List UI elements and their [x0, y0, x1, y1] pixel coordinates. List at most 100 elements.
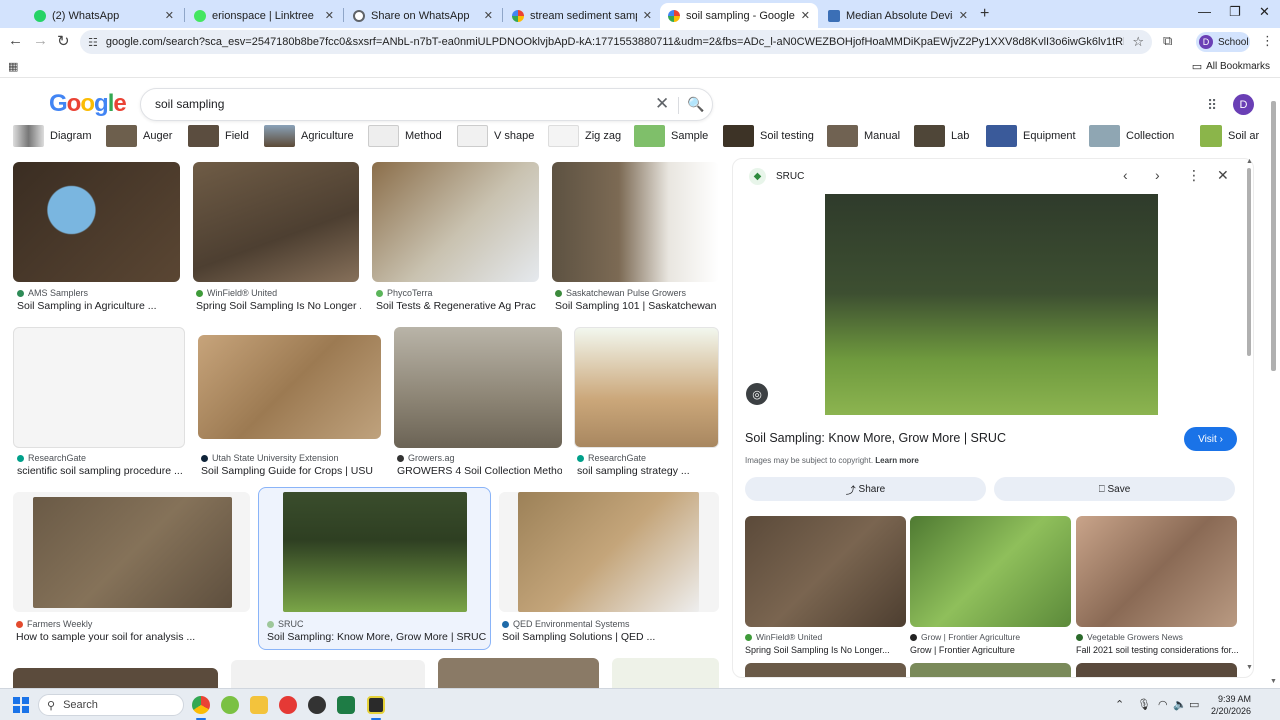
related-image[interactable]: [745, 516, 906, 627]
related-source[interactable]: Grow | Frontier Agriculture: [910, 632, 1020, 642]
app-icon[interactable]: [279, 696, 297, 714]
extensions-icon[interactable]: ⧉: [1163, 33, 1172, 49]
result-source[interactable]: Farmers Weekly: [16, 619, 92, 629]
page-scrollbar[interactable]: [1271, 101, 1276, 371]
recorder-icon[interactable]: [308, 696, 326, 714]
tray-chevron-icon[interactable]: ⌃: [1115, 698, 1124, 711]
lens-icon[interactable]: ◎: [746, 383, 768, 405]
related-title[interactable]: Fall 2021 soil testing considerations fo…: [1076, 645, 1241, 655]
chip-equipment[interactable]: Equipment: [986, 124, 1076, 148]
related-image[interactable]: [1076, 516, 1237, 627]
share-button[interactable]: ⤴ Share: [745, 477, 986, 501]
learn-more-link[interactable]: Learn more: [875, 456, 919, 465]
result-image[interactable]: [33, 497, 232, 608]
related-title[interactable]: Spring Soil Sampling Is No Longer...: [745, 645, 905, 655]
chip-diagram[interactable]: Diagram: [13, 124, 92, 148]
tab-linktree[interactable]: erionspace | Linktree ✕: [186, 3, 342, 28]
file-explorer-icon[interactable]: [250, 696, 268, 714]
result-source[interactable]: QED Environmental Systems: [502, 619, 630, 629]
result-title[interactable]: Soil Sampling in Agriculture ...: [17, 300, 182, 312]
related-image[interactable]: [745, 663, 906, 677]
close-icon[interactable]: ✕: [484, 9, 493, 22]
result-title[interactable]: Spring Soil Sampling Is No Longer ...: [196, 300, 361, 312]
bookmark-star-icon[interactable]: ☆: [1132, 34, 1144, 50]
chip-auger[interactable]: Auger: [106, 124, 172, 148]
qgis-icon[interactable]: [221, 696, 239, 714]
close-panel-icon[interactable]: ✕: [1217, 167, 1229, 184]
excel-icon[interactable]: [337, 696, 355, 714]
google-apps-icon[interactable]: ⠿: [1207, 97, 1217, 114]
result-title[interactable]: Soil Sampling Solutions | QED ...: [502, 631, 717, 643]
panel-scroll-down-icon[interactable]: ▼: [1246, 664, 1253, 671]
chip-field[interactable]: Field: [188, 124, 249, 148]
profile-button[interactable]: D School: [1196, 32, 1250, 52]
tab-share-whatsapp[interactable]: Share on WhatsApp ✕: [345, 3, 501, 28]
previous-icon[interactable]: ‹: [1123, 167, 1128, 183]
save-button[interactable]: ⎕ Save: [994, 477, 1235, 501]
result-image[interactable]: [372, 162, 539, 282]
browser-menu-icon[interactable]: ⋮: [1261, 33, 1274, 49]
preview-title[interactable]: Soil Sampling: Know More, Grow More | SR…: [745, 431, 1006, 445]
result-source[interactable]: Utah State University Extension: [201, 453, 339, 463]
chip-sample[interactable]: Sample: [634, 124, 708, 148]
chip-lab[interactable]: Lab: [914, 124, 969, 148]
result-source[interactable]: Growers.ag: [397, 453, 455, 463]
result-source[interactable]: ResearchGate: [577, 453, 646, 463]
result-title[interactable]: scientific soil sampling procedure ...: [17, 465, 187, 477]
result-image[interactable]: [198, 335, 381, 439]
chip-collection[interactable]: Collection: [1089, 124, 1174, 148]
page-scroll-down-icon[interactable]: ▼: [1270, 678, 1277, 685]
address-bar[interactable]: ☷ google.com/search?sca_esv=2547180b8be7…: [80, 30, 1152, 54]
panel-scrollbar[interactable]: [1247, 168, 1251, 356]
battery-icon[interactable]: ▭: [1189, 698, 1199, 711]
result-source[interactable]: PhycoTerra: [376, 288, 433, 298]
windows-start-icon[interactable]: [13, 697, 29, 713]
taskbar-search[interactable]: ⚲ Search: [38, 694, 184, 716]
result-image[interactable]: [394, 327, 562, 448]
result-image[interactable]: [13, 668, 218, 688]
wifi-icon[interactable]: ◠: [1158, 698, 1168, 711]
result-source[interactable]: WinField® United: [196, 288, 277, 298]
taskbar-clock[interactable]: 9:39 AM 2/20/2026: [1205, 693, 1251, 717]
forward-icon[interactable]: →: [33, 32, 48, 49]
preview-image[interactable]: [825, 194, 1158, 415]
related-source[interactable]: Vegetable Growers News: [1076, 632, 1183, 642]
microphone-icon[interactable]: 🎙: [1137, 698, 1151, 711]
result-title[interactable]: Soil Tests & Regenerative Ag Practi...: [376, 300, 536, 312]
new-tab-button[interactable]: +: [980, 5, 989, 23]
close-icon[interactable]: ✕: [165, 9, 174, 22]
result-title[interactable]: How to sample your soil for analysis ...: [16, 631, 251, 643]
panel-source[interactable]: SRUC: [776, 171, 804, 182]
tab-median-deviation[interactable]: Median Absolute Deviation - St ✕: [820, 3, 976, 28]
result-source[interactable]: SRUC: [267, 619, 304, 629]
result-image[interactable]: [574, 327, 719, 448]
google-logo[interactable]: Google: [49, 90, 127, 118]
site-info-icon[interactable]: ☷: [88, 36, 98, 49]
result-image[interactable]: [283, 492, 467, 612]
chip-soil-ar[interactable]: Soil ar: [1200, 124, 1259, 148]
chip-v-shape[interactable]: V shape: [457, 124, 534, 148]
result-source[interactable]: AMS Samplers: [17, 288, 88, 298]
result-title[interactable]: Soil Sampling 101 | Saskatchewan ...: [555, 300, 718, 312]
panel-scroll-up-icon[interactable]: ▲: [1246, 158, 1253, 165]
related-image[interactable]: [1076, 663, 1237, 677]
chip-method[interactable]: Method: [368, 124, 442, 148]
tab-stream-sediment[interactable]: stream sediment sampling - Go ✕: [504, 3, 660, 28]
related-source[interactable]: WinField® United: [745, 632, 822, 642]
result-image[interactable]: [13, 327, 185, 448]
close-icon[interactable]: ✕: [959, 9, 968, 22]
result-title[interactable]: Soil Sampling: Know More, Grow More | SR…: [267, 631, 489, 643]
minimize-icon[interactable]: —: [1198, 4, 1211, 19]
related-image[interactable]: [910, 516, 1071, 627]
result-image[interactable]: [193, 162, 359, 282]
chip-zig-zag[interactable]: Zig zag: [548, 124, 621, 148]
result-title[interactable]: Soil Sampling Guide for Crops | USU: [201, 465, 386, 477]
visit-button[interactable]: Visit ›: [1184, 427, 1237, 451]
tab-whatsapp[interactable]: (2) WhatsApp ✕: [26, 3, 182, 28]
app-icon[interactable]: [367, 696, 385, 714]
back-icon[interactable]: ←: [8, 32, 23, 49]
tab-soil-sampling[interactable]: soil sampling - Google Search ✕: [660, 3, 818, 28]
related-image[interactable]: [910, 663, 1071, 677]
close-icon[interactable]: ✕: [801, 9, 810, 22]
result-source[interactable]: Saskatchewan Pulse Growers: [555, 288, 686, 298]
